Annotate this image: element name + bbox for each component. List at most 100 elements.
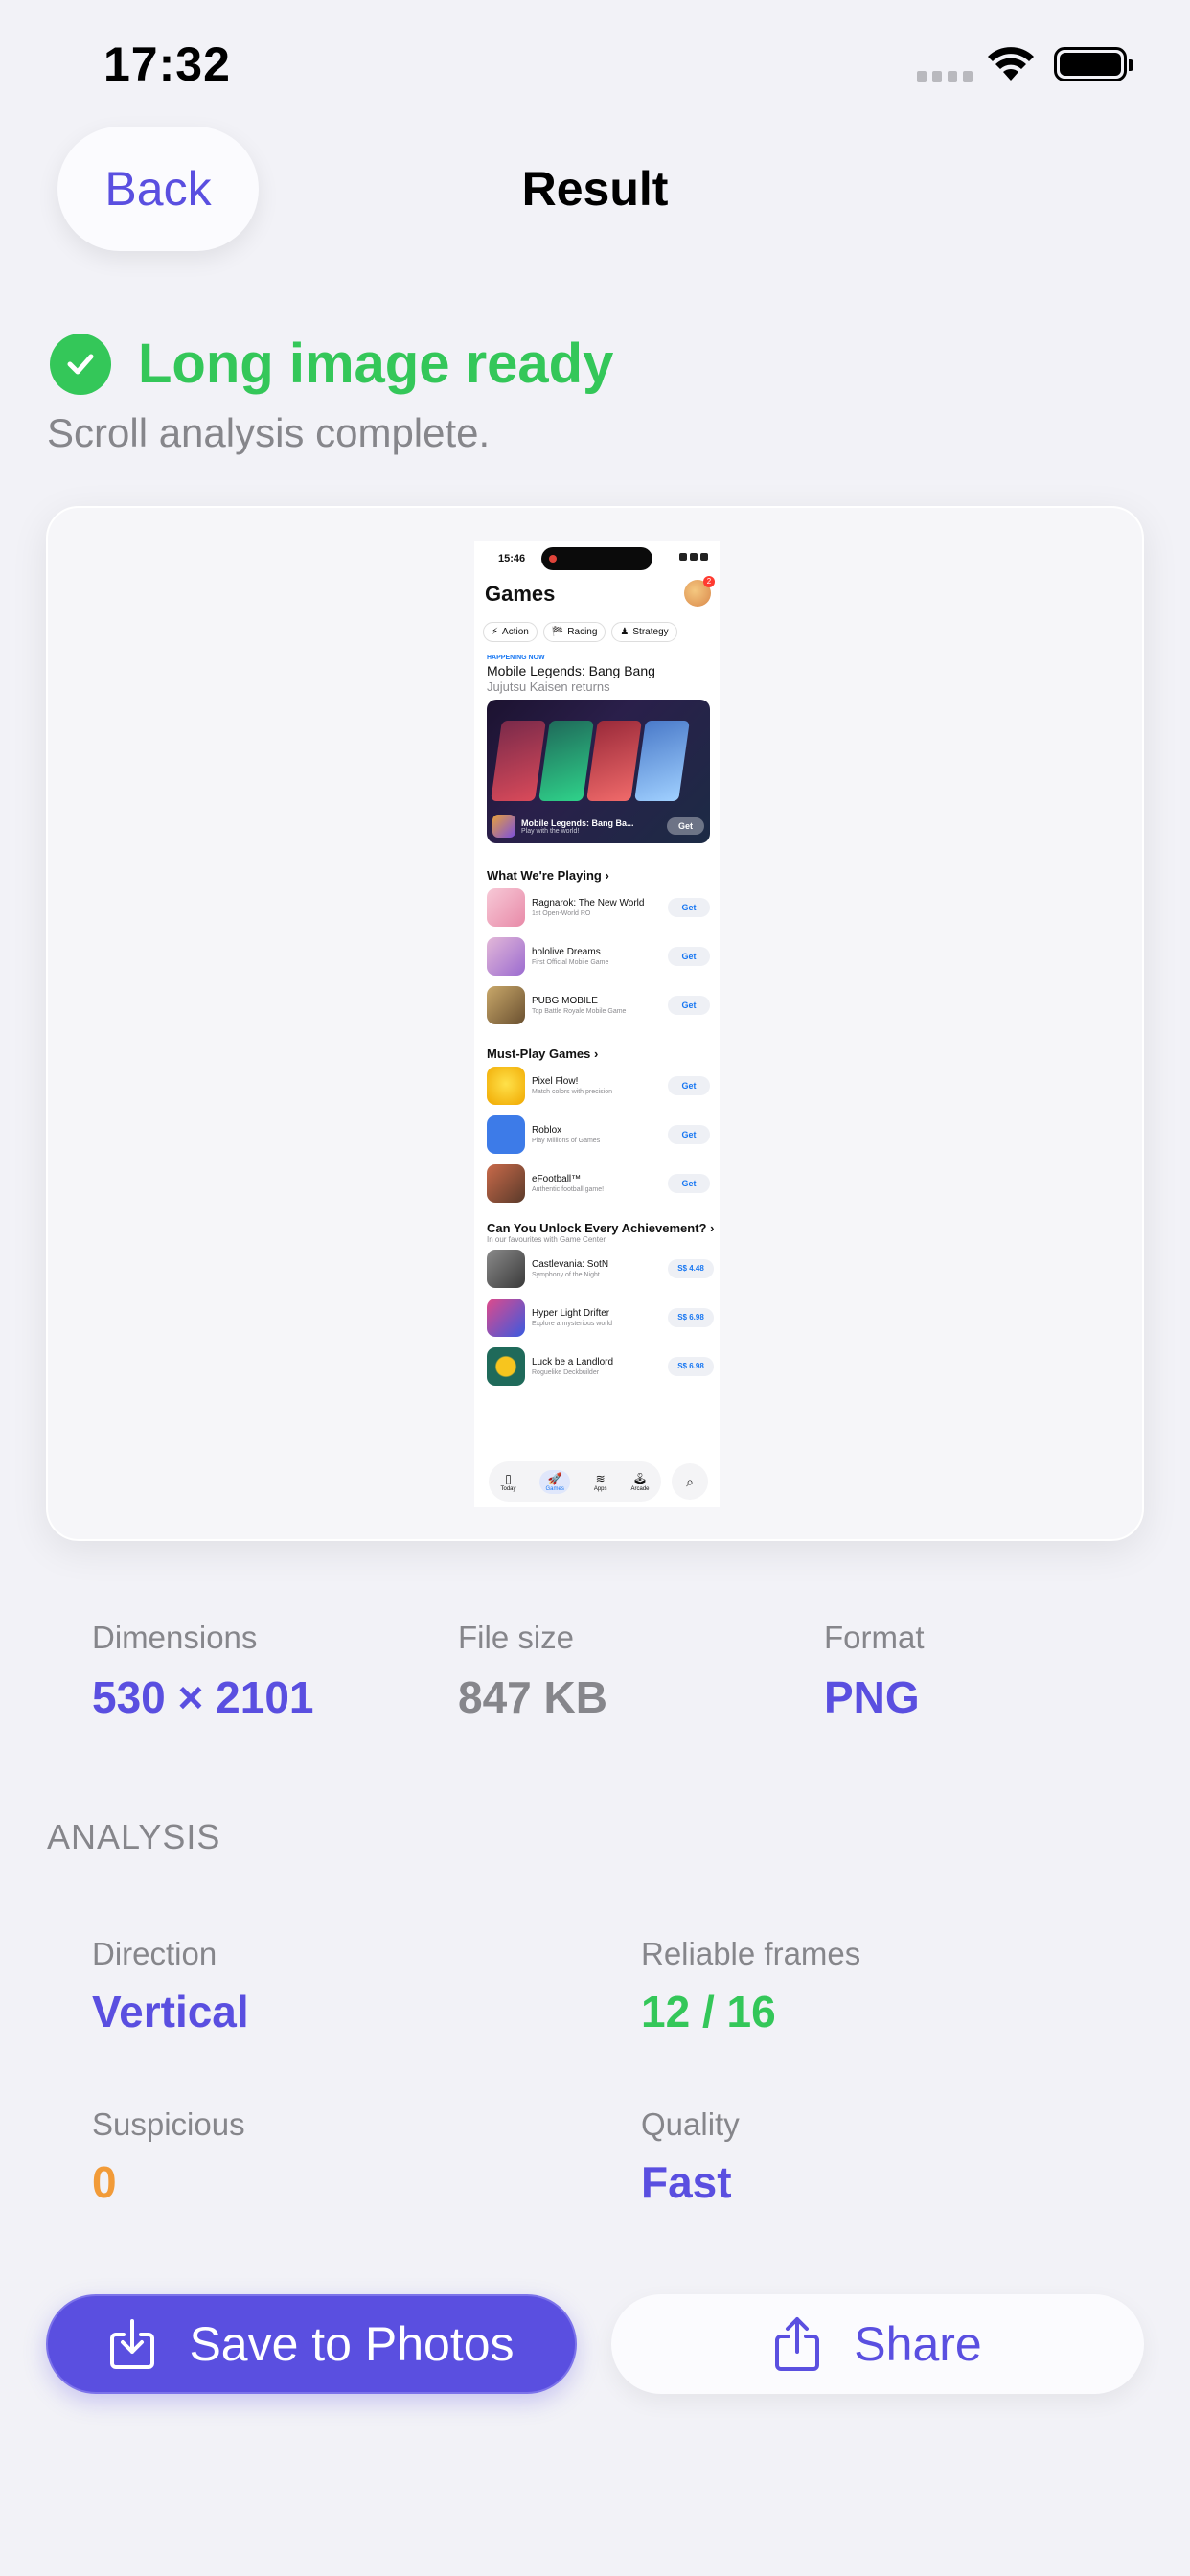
preview-header: Games 2	[474, 576, 720, 614]
list-item: Roblox Play Millions of Games Get	[474, 1110, 720, 1159]
app-name: Roblox	[532, 1124, 562, 1136]
cellular-signal-icon	[917, 71, 973, 82]
tab-games: 🚀 Games	[539, 1469, 570, 1494]
app-icon	[487, 1298, 525, 1337]
frames-label: Reliable frames	[641, 1936, 861, 1971]
banner-art	[586, 721, 642, 801]
price-button: S$ 6.98	[668, 1356, 714, 1376]
get-button: Get	[668, 1124, 710, 1144]
chip-label: Strategy	[632, 626, 669, 637]
app-name: Ragnarok: The New World	[532, 897, 645, 908]
file-size-label: File size	[458, 1620, 575, 1655]
share-label: Share	[854, 2317, 982, 2371]
app-icon	[487, 1346, 525, 1386]
app-icon	[487, 1066, 525, 1105]
category-chips: ⚡ Action 🏁 Racing ♟ Strategy	[474, 614, 720, 649]
status-bar: 17:32	[0, 0, 1190, 125]
quality-stat: Quality Fast	[641, 2106, 740, 2208]
list-item: Luck be a Landlord Roguelike Deckbuilder …	[474, 1342, 720, 1391]
price-button: S$ 4.48	[668, 1258, 714, 1278]
app-tag: Symphony of the Night	[532, 1271, 600, 1278]
status-title: Long image ready	[138, 333, 614, 395]
banner-app-name: Mobile Legends: Bang Ba...	[521, 817, 634, 828]
direction-value: Vertical	[92, 1987, 249, 2036]
feature-banner: Mobile Legends: Bang Ba... Play with the…	[487, 700, 710, 843]
action-icon: ⚡	[492, 626, 499, 637]
chip-strategy: ♟ Strategy	[611, 621, 677, 642]
dimensions-label: Dimensions	[92, 1620, 258, 1655]
feature-title: Mobile Legends: Bang Bang	[487, 663, 655, 678]
banner-art	[538, 721, 594, 801]
preview-tab-bar: ▯ Today 🚀 Games ≋ Apps 🕹 Arcade ⌕	[474, 1454, 720, 1507]
notification-badge: 2	[703, 576, 715, 587]
app-name: Hyper Light Drifter	[532, 1307, 610, 1319]
chip-racing: 🏁 Racing	[542, 621, 606, 642]
share-button[interactable]: Share	[611, 2294, 1144, 2394]
list-item: eFootball™ Authentic football game! Get	[474, 1159, 720, 1208]
app-tag: 1st Open-World RO	[532, 909, 591, 917]
arcade-icon: 🕹	[632, 1471, 648, 1485]
app-name: Castlevania: SotN	[532, 1258, 609, 1270]
get-button: Get	[668, 1075, 710, 1095]
suspicious-stat: Suspicious 0	[92, 2106, 245, 2208]
banner-app-row: Mobile Legends: Bang Ba... Play with the…	[492, 815, 704, 838]
save-label: Save to Photos	[189, 2317, 515, 2371]
format-info: Format PNG	[824, 1620, 925, 1723]
list-item: Pixel Flow! Match colors with precision G…	[474, 1061, 720, 1110]
suspicious-value: 0	[92, 2157, 117, 2207]
app-tag: Play Millions of Games	[532, 1137, 601, 1144]
get-button: Get	[668, 995, 710, 1015]
app-icon	[487, 936, 525, 976]
analysis-header: ANALYSIS	[47, 1817, 221, 1856]
dimensions-info: Dimensions 530 × 2101	[92, 1620, 314, 1723]
tab-arcade: 🕹 Arcade	[630, 1471, 650, 1492]
list-item: hololive Dreams First Official Mobile Gam…	[474, 932, 720, 980]
section-subtitle: In our favourites with Game Center	[487, 1235, 606, 1244]
direction-stat: Direction Vertical	[92, 1936, 249, 2037]
direction-label: Direction	[92, 1936, 217, 1971]
frames-stat: Reliable frames 12 / 16	[641, 1936, 860, 2037]
chip-label: Racing	[567, 626, 598, 637]
app-icon	[487, 1249, 525, 1288]
app-name: Pixel Flow!	[532, 1075, 579, 1087]
preview-status-bar: 15:46	[474, 541, 720, 576]
section-title: Must-Play Games ›	[487, 1046, 599, 1061]
dynamic-island	[541, 547, 652, 570]
download-icon	[108, 2317, 156, 2371]
racing-icon: 🏁	[551, 626, 564, 637]
games-icon: 🚀	[547, 1471, 562, 1485]
banner-art	[491, 721, 546, 801]
app-icon	[487, 887, 525, 927]
price-button: S$ 6.98	[668, 1307, 714, 1327]
banner-app-tag: Play with the world!	[521, 827, 580, 835]
list-item: Castlevania: SotN Symphony of the Night S…	[474, 1244, 720, 1293]
list-item: PUBG MOBILE Top Battle Royale Mobile Game…	[474, 980, 720, 1029]
app-name: hololive Dreams	[532, 946, 601, 957]
frames-value: 12 / 16	[641, 1987, 776, 2036]
banner-art	[634, 721, 690, 801]
quality-label: Quality	[641, 2106, 740, 2142]
preview-card[interactable]: 15:46 Games 2 ⚡ Action 🏁 Racing ♟ Strategy …	[46, 506, 1144, 1541]
get-button: Get	[668, 946, 710, 966]
share-icon	[773, 2315, 821, 2373]
preview-time: 15:46	[498, 553, 526, 564]
wifi-icon	[988, 47, 1034, 80]
suspicious-label: Suspicious	[92, 2106, 245, 2142]
app-name: PUBG MOBILE	[532, 995, 598, 1006]
preview-status-icons	[679, 553, 708, 561]
feature-subtitle: Jujutsu Kaisen returns	[487, 679, 610, 694]
checkmark-circle-icon	[50, 333, 111, 395]
format-label: Format	[824, 1620, 925, 1655]
today-icon: ▯	[505, 1471, 512, 1485]
section-title: What We're Playing ›	[487, 868, 609, 883]
save-to-photos-button[interactable]: Save to Photos	[46, 2294, 577, 2394]
tab-pill: ▯ Today 🚀 Games ≋ Apps 🕹 Arcade	[489, 1461, 661, 1502]
status-time: 17:32	[103, 37, 231, 91]
app-tag: Explore a mysterious world	[532, 1320, 613, 1327]
app-icon	[492, 815, 515, 838]
app-tag: First Official Mobile Game	[532, 958, 609, 966]
status-subtitle: Scroll analysis complete.	[47, 410, 491, 455]
strategy-icon: ♟	[620, 626, 629, 637]
status-row: Long image ready	[50, 332, 613, 396]
dimensions-value: 530 × 2101	[92, 1672, 314, 1722]
